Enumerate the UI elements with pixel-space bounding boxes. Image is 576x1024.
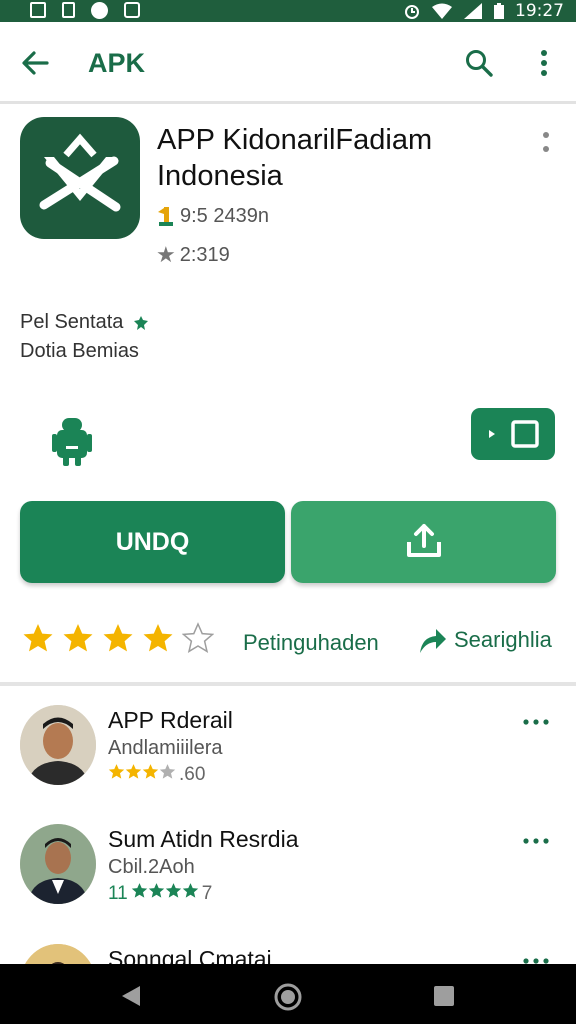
star-filled-icon[interactable] [62,622,94,654]
review-item[interactable]: Sum Atidn Resrdia Cbil.2Aoh 11 7 [0,822,576,932]
review-subtitle: Cbil.2Aoh [108,856,195,878]
small-star-half-icon [142,764,159,779]
small-star-filled-icon [148,883,164,898]
back-arrow-icon[interactable] [20,48,50,78]
rating-link[interactable]: Petinguhaden [243,630,379,656]
battery-icon [494,3,504,19]
app-title: APP KidonarilFadiam Indonesia [157,124,433,192]
review-subtitle: Andlamiiilera [108,737,223,759]
star-empty-icon[interactable] [182,622,214,654]
install-button[interactable]: UNDQ [20,501,285,583]
review-more-icon[interactable] [522,717,550,727]
upload-icon [407,524,441,557]
nav-back-icon[interactable] [120,984,142,1008]
review-score: 7 [201,882,213,904]
review-rating: .60 [108,763,205,786]
app-icon [20,117,140,239]
rating-star-icon: ★ [156,242,176,267]
description-line-1: Pel Sentata [20,311,149,334]
app-logo-icon [39,133,121,212]
screen-play-icon [489,420,539,448]
media-notification-icon [91,2,108,19]
small-star-half-icon [182,883,198,898]
android-icon [52,418,92,466]
sim-notification-icon [62,2,75,18]
download-badge-icon [158,207,173,226]
page-title: APK [88,48,146,78]
rating-row: ★ 2:319 [156,242,230,268]
nav-home-icon[interactable] [273,982,303,1012]
review-author: APP Rderail [108,707,233,733]
download-notification-icon [124,2,140,18]
star-filled-icon[interactable] [102,622,134,654]
alarm-icon [405,5,419,19]
avatar [20,824,96,904]
section-divider [0,682,576,686]
signal-icon [464,3,482,19]
share-arrow-icon [420,629,446,653]
rating-stars[interactable] [22,622,214,654]
app-bar: APK [0,22,576,104]
verified-badge-icon [133,315,148,330]
small-star-filled-icon [131,883,147,898]
review-more-icon[interactable] [522,836,550,846]
downloads-count: 9:5 2439n [180,204,269,227]
navigation-bar [0,964,576,1024]
rate-row: Petinguhaden Searighlia [22,622,562,662]
wifi-icon [432,3,452,19]
upload-button[interactable] [291,501,556,583]
small-star-filled-icon [125,764,142,779]
review-rating: 11 7 [108,882,212,905]
review-score: .60 [179,763,206,785]
review-stars [108,763,176,786]
search-icon[interactable] [464,48,494,78]
avatar [20,705,96,785]
screenshot-button[interactable] [471,408,555,460]
nav-recents-icon[interactable] [432,984,456,1008]
image-notification-icon [30,2,46,18]
small-star-filled-icon [108,764,125,779]
share-link[interactable]: Searighlia [418,625,552,655]
status-time: 19:27 [515,1,564,21]
review-item[interactable]: APP Rderail Andlamiiilera .60 [0,703,576,813]
rating-count: 2:319 [179,243,230,266]
star-filled-icon[interactable] [142,622,174,654]
description-line-2: Dotia Bemias [20,340,139,362]
status-bar: 19:27 [0,0,576,22]
small-star-empty-icon [159,764,176,779]
star-filled-icon[interactable] [22,622,54,654]
app-more-icon[interactable] [538,130,554,156]
review-author: Sum Atidn Resrdia [108,826,299,852]
review-prefix: 11 [108,882,128,904]
overflow-menu-icon[interactable] [532,48,556,78]
downloads-row: 9:5 2439n [156,204,269,228]
review-stars [131,882,199,905]
small-star-filled-icon [165,883,181,898]
